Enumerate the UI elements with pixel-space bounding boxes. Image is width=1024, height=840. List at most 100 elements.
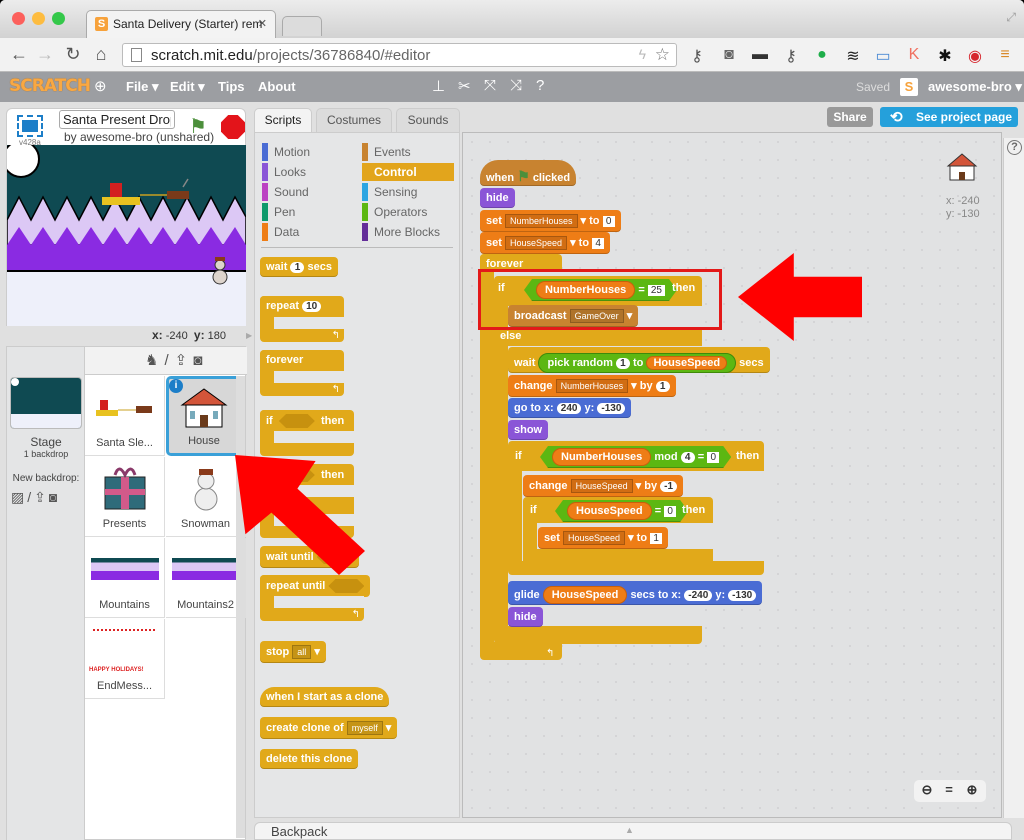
grow-icon[interactable]: ⤧ [484,77,496,94]
klout-icon[interactable]: K [904,46,924,64]
sprite-endmessage[interactable]: HAPPY HOLIDAYS! EndMess... [85,619,165,699]
set-numberhouses-block[interactable]: set NumberHouses ▾ to 0 [480,210,621,232]
pick-random-block[interactable]: pick random 1 to HouseSpeed [538,353,737,373]
category-pen[interactable]: Pen [262,203,354,221]
my-stuff-icon[interactable]: S [900,78,918,96]
hide-block[interactable]: hide [480,188,515,208]
go-to-xy-block[interactable]: go to x: 240 y: -130 [508,398,632,418]
housespeed-equals-block[interactable]: HouseSpeed = 0 [555,500,688,522]
palette-repeat-block[interactable]: repeat 10 ↰ [260,296,344,342]
small-stage-toggle-icon[interactable]: ▶ [246,331,252,340]
scratch-logo[interactable]: SCRATCH [9,76,91,96]
bookmark-star-icon[interactable]: ☆ [655,45,670,65]
palette-clone-hat-block[interactable]: when I start as a clone [260,687,390,707]
change-numberhouses-block[interactable]: change NumberHouses ▾ by 1 [508,375,676,397]
category-looks[interactable]: Looks [262,163,354,181]
cut-scissors-icon[interactable]: ✂ [458,77,471,95]
duplicate-stamp-icon[interactable]: ⊥ [432,77,445,95]
sprite-info-icon[interactable]: i [169,379,183,393]
sprite-library-icon[interactable]: ♞ [145,352,164,369]
camera-backdrop-icon[interactable]: ◙ [49,489,60,505]
stage-thumbnail[interactable] [10,377,82,429]
mask-icon[interactable]: ▬ [750,46,770,64]
close-window-button[interactable] [12,12,25,25]
sprite-mountains[interactable]: Mountains [85,538,165,618]
set-housespeed-one-block[interactable]: set HouseSpeed ▾ to 1 [538,527,669,549]
sprite-list-scrollbar[interactable] [236,376,245,838]
browser-tab[interactable]: S Santa Delivery (Starter) rem ✕ [86,10,276,38]
shrink-icon[interactable]: ⤨ [510,77,522,94]
sprite-mountains2[interactable]: Mountains2 [166,538,246,618]
green-flag-icon[interactable]: ⚑ [189,114,207,139]
palette-if-then-block[interactable]: if then [260,410,354,456]
address-bar[interactable]: scratch.mit.edu/projects/36786840/#edito… [122,43,677,67]
stage-canvas[interactable] [7,145,246,326]
category-control[interactable]: Control [362,163,454,181]
zoom-out-icon[interactable]: ⊖ [916,782,938,798]
hide-block[interactable]: hide [508,607,543,627]
category-more-blocks[interactable]: More Blocks [362,223,454,241]
tab-scripts[interactable]: Scripts [254,108,312,133]
block-help-icon[interactable]: ? [536,77,544,94]
close-tab-icon[interactable]: ✕ [258,17,267,30]
menu-tips[interactable]: Tips [218,79,245,94]
menu-edit[interactable]: Edit ▾ [170,79,205,95]
when-flag-clicked-block[interactable]: when ⚑ clicked [480,160,577,186]
sprite-presents[interactable]: Presents [85,457,165,537]
upload-backdrop-icon[interactable]: ⇪ [34,489,49,505]
user-menu[interactable]: awesome-bro ▾ [928,79,1022,95]
camera-sprite-icon[interactable]: ◙ [193,352,208,369]
menu-file[interactable]: File ▾ [126,79,159,95]
see-project-page-button[interactable]: ⟲ See project page [880,107,1018,127]
change-housespeed-block[interactable]: change HouseSpeed ▾ by -1 [523,475,684,497]
share-button[interactable]: Share [827,107,873,127]
show-block[interactable]: show [508,420,549,440]
key-icon[interactable]: ⚷ [687,46,707,66]
palette-wait-block[interactable]: wait 1 secs [260,257,339,277]
menu-about[interactable]: About [258,79,296,94]
tab-costumes[interactable]: Costumes [316,108,392,132]
category-sensing[interactable]: Sensing [362,183,454,201]
upload-sprite-icon[interactable]: ⇪ [175,352,194,369]
expand-backpack-icon[interactable]: ▲ [625,825,634,835]
category-operators[interactable]: Operators [362,203,454,221]
mod-equals-operator-block[interactable]: NumberHouses mod 4 = 0 [540,446,731,468]
new-tab-button[interactable] [282,16,322,36]
wait-random-block[interactable]: wait pick random 1 to HouseSpeed secs [508,347,770,373]
key-icon[interactable]: ⚷ [781,46,801,66]
pocket-icon[interactable]: ◙ [719,46,739,64]
help-icon[interactable]: ? [1007,140,1022,155]
pinterest-icon[interactable]: ◉ [965,46,985,66]
minimize-window-button[interactable] [32,12,45,25]
glide-block[interactable]: glide HouseSpeed secs to x: -240 y: -130 [508,581,763,605]
forward-button[interactable]: → [34,44,56,65]
backdrop-library-icon[interactable]: ▨ [11,489,27,505]
language-globe-icon[interactable]: ⊕ [94,77,107,95]
reload-button[interactable]: ↻ [62,44,84,65]
stop-sign-icon[interactable] [221,115,245,139]
maximize-window-button[interactable] [52,12,65,25]
sprite-house[interactable]: i House [166,376,242,456]
sprite-snowman[interactable]: Snowman [166,457,246,537]
set-housespeed-block[interactable]: set HouseSpeed ▾ to 4 [480,232,611,254]
palette-repeat-until-block[interactable]: repeat until ↰ [260,575,371,621]
presentation-mode-icon[interactable] [17,115,43,137]
project-title-input[interactable] [59,110,175,129]
ninja-icon[interactable]: ✱ [935,46,955,66]
sprite-santa-sleigh[interactable]: Santa Sle... [85,376,165,456]
palette-delete-clone-block[interactable]: delete this clone [260,749,359,769]
zoom-in-icon[interactable]: ⊕ [961,782,983,798]
category-motion[interactable]: Motion [262,143,354,161]
fullscreen-icon[interactable]: ⤢ [1006,10,1016,25]
palette-stop-block[interactable]: stop all ▾ [260,641,326,663]
category-events[interactable]: Events [362,143,454,161]
back-button[interactable]: ← [8,44,30,65]
palette-create-clone-block[interactable]: create clone of myself ▾ [260,717,398,739]
category-sound[interactable]: Sound [262,183,354,201]
paint-sprite-icon[interactable]: / [164,352,174,369]
buffer-icon[interactable]: ≋ [843,46,863,66]
zoom-reset-icon[interactable]: = [938,782,960,797]
tips-panel[interactable]: ? [1003,138,1024,818]
screenshot-icon[interactable]: ▭ [873,46,893,66]
backpack-bar[interactable]: Backpack ▲ [254,822,1012,840]
